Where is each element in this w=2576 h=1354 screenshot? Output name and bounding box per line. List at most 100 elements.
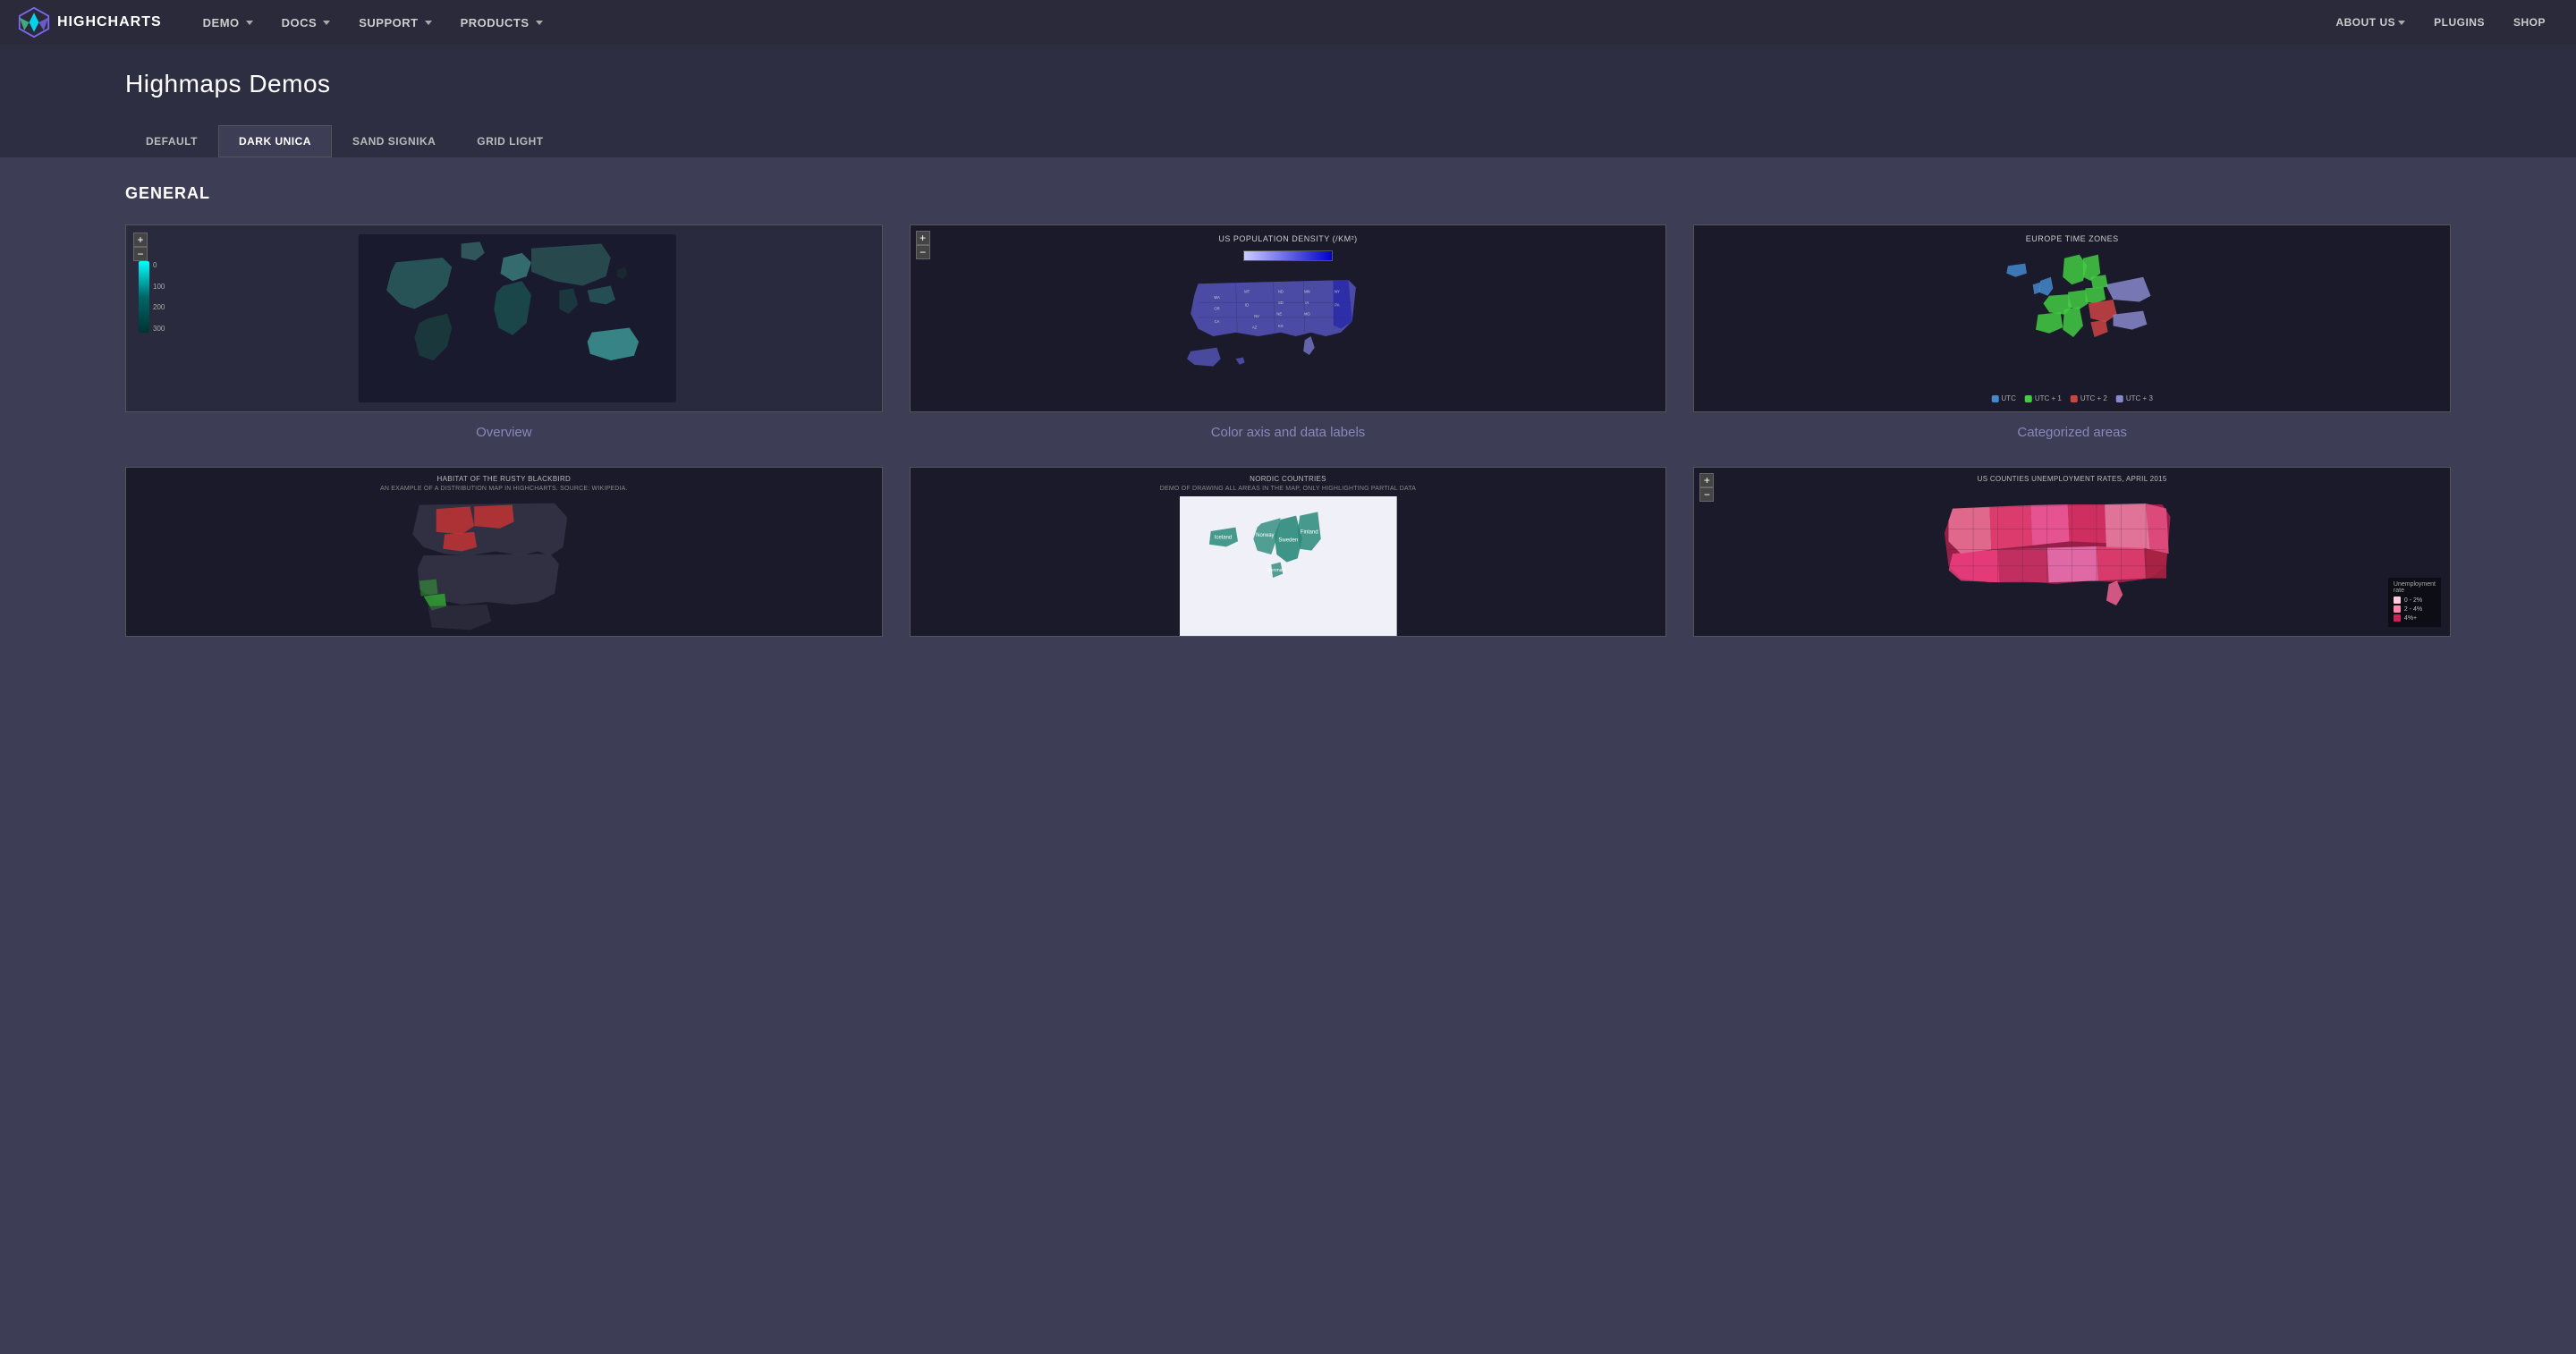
us-map-container: + − US POPULATION DENSITY (/KM²) [911, 225, 1666, 411]
us-map-title: US POPULATION DENSITY (/KM²) [1218, 234, 1357, 243]
legend-utc-dot [1991, 395, 1998, 402]
zoom-in-button[interactable]: + [133, 233, 148, 247]
nav-plugins[interactable]: PLUGINS [2421, 0, 2497, 45]
logo[interactable]: HIGHCHARTS [18, 6, 162, 38]
blackbird-map-svg [126, 496, 882, 636]
unemployment-dot-0 [2394, 597, 2401, 604]
demo-image-nordic: NORDIC COUNTRIES DEMO OF DRAWING ALL ARE… [910, 467, 1667, 637]
demo-card-europe[interactable]: EUROPE TIME ZONES [1693, 224, 2451, 440]
chevron-down-icon [536, 21, 543, 25]
demo-image-europe: EUROPE TIME ZONES [1693, 224, 2451, 412]
legend-utc2-dot [2071, 395, 2078, 402]
main-content: GENERAL + − 0 100 2 [0, 157, 2576, 1354]
unemployment-dot-1 [2394, 605, 2401, 613]
chevron-down-icon [425, 21, 432, 25]
svg-text:MT: MT [1244, 289, 1250, 293]
demo-image-overview: + − 0 100 200 300 [125, 224, 883, 412]
nav-about-us[interactable]: ABOUT US [2323, 0, 2418, 45]
legend-utc2: UTC + 2 [2071, 394, 2107, 402]
unemployment-legend-row-0: 0 - 2% [2394, 597, 2436, 604]
svg-text:Sweden: Sweden [1278, 537, 1298, 543]
tab-grid-light[interactable]: GRID LIGHT [456, 125, 564, 157]
europe-map-svg [1694, 243, 2450, 394]
demo-label-overview: Overview [476, 425, 532, 440]
svg-text:AZ: AZ [1252, 326, 1258, 330]
svg-text:MO: MO [1304, 311, 1310, 316]
legend-utc1-dot [2025, 395, 2032, 402]
svg-text:Norway: Norway [1256, 533, 1275, 538]
svg-text:IA: IA [1305, 300, 1309, 305]
demo-card-nordic[interactable]: NORDIC COUNTRIES DEMO OF DRAWING ALL ARE… [910, 467, 1667, 649]
legend-gradient-bar [139, 261, 149, 333]
tab-dark-unica[interactable]: DARK UNICA [218, 125, 332, 157]
legend-utc3-dot [2116, 395, 2123, 402]
zoom-controls: + − [133, 233, 148, 261]
nav-products[interactable]: PRODUCTS [446, 0, 557, 45]
blackbird-title: HABITAT OF THE RUSTY BLACKBIRD [164, 475, 843, 483]
us-color-bar [1243, 250, 1333, 261]
nav-support[interactable]: SUPPORT [344, 0, 445, 45]
demo-card-blackbird[interactable]: HABITAT OF THE RUSTY BLACKBIRD AN EXAMPL… [125, 467, 883, 649]
unemployment-legend-title: Unemploymentrate [2394, 581, 2436, 594]
svg-text:NE: NE [1276, 311, 1282, 316]
svg-text:ID: ID [1245, 302, 1249, 307]
nav-shop[interactable]: SHOP [2501, 0, 2558, 45]
blackbird-map-container: HABITAT OF THE RUSTY BLACKBIRD AN EXAMPL… [126, 468, 882, 636]
svg-text:Denmark: Denmark [1267, 568, 1285, 573]
unemployment-map-container: US COUNTIES UNEMPLOYMENT RATES, APRIL 20… [1694, 468, 2450, 636]
logo-icon [18, 6, 50, 38]
europe-legend: UTC UTC + 1 UTC + 2 UTC + 3 [1991, 394, 2153, 402]
page-title: Highmaps Demos [125, 70, 2451, 98]
demo-card-unemployment[interactable]: US COUNTIES UNEMPLOYMENT RATES, APRIL 20… [1693, 467, 2451, 649]
chevron-down-icon [2398, 21, 2405, 25]
demo-grid: + − 0 100 200 300 [125, 224, 2451, 649]
nav-docs[interactable]: DOCS [267, 0, 345, 45]
demo-image-unemployment: US COUNTIES UNEMPLOYMENT RATES, APRIL 20… [1693, 467, 2451, 637]
svg-text:KS: KS [1278, 324, 1284, 328]
unemployment-dot-2 [2394, 614, 2401, 622]
svg-text:CA: CA [1214, 319, 1219, 324]
svg-text:Iceland: Iceland [1214, 536, 1232, 541]
blackbird-subtitle: AN EXAMPLE OF A DISTRIBUTION MAP IN HIGH… [164, 486, 843, 492]
legend-bar-container [139, 261, 149, 333]
zoom-out-button[interactable]: − [133, 247, 148, 261]
legend-utc: UTC [1991, 394, 2015, 402]
nav-main-links: DEMO DOCS SUPPORT PRODUCTS [189, 0, 2324, 45]
nav-demo[interactable]: DEMO [189, 0, 267, 45]
us-zoom-in[interactable]: + [916, 231, 930, 245]
svg-text:NV: NV [1254, 314, 1259, 318]
section-title-general: GENERAL [125, 184, 2451, 203]
page-header: Highmaps Demos [0, 45, 2576, 125]
us-zoom-out[interactable]: − [916, 245, 930, 259]
unemployment-map-svg [1694, 484, 2450, 636]
unemployment-title: US COUNTIES UNEMPLOYMENT RATES, APRIL 20… [1733, 475, 2412, 483]
svg-text:PA: PA [1335, 302, 1339, 307]
svg-text:NY: NY [1335, 289, 1340, 293]
unemployment-legend-row-2: 4%+ [2394, 614, 2436, 622]
svg-text:ND: ND [1278, 289, 1284, 293]
unemployment-label-0: 0 - 2% [2404, 597, 2422, 604]
svg-text:OR: OR [1214, 307, 1219, 311]
svg-text:Finland: Finland [1300, 530, 1318, 536]
tab-default[interactable]: DEFAULT [125, 125, 218, 157]
demo-card-us-population[interactable]: + − US POPULATION DENSITY (/KM²) [910, 224, 1667, 440]
nordic-map-svg: Sweden Norway Finland Iceland Denmark [911, 496, 1666, 636]
nordic-subtitle: DEMO OF DRAWING ALL AREAS IN THE MAP, ON… [948, 486, 1628, 492]
unemployment-legend-row-1: 2 - 4% [2394, 605, 2436, 613]
tab-sand-signika[interactable]: SAND SIGNIKA [332, 125, 456, 157]
us-map-svg: WA OR CA MT ID NV AZ ND SD NE KS MN IA M… [911, 261, 1666, 411]
nordic-map-container: NORDIC COUNTRIES DEMO OF DRAWING ALL ARE… [911, 468, 1666, 636]
demo-image-blackbird: HABITAT OF THE RUSTY BLACKBIRD AN EXAMPL… [125, 467, 883, 637]
europe-map-container: EUROPE TIME ZONES [1694, 225, 2450, 411]
svg-text:WA: WA [1214, 295, 1220, 300]
demo-label-europe: Categorized areas [2017, 425, 2127, 440]
chevron-down-icon [246, 21, 253, 25]
demo-label-us-population: Color axis and data labels [1211, 425, 1366, 440]
unemployment-label-1: 2 - 4% [2404, 606, 2422, 613]
world-map-svg [162, 234, 873, 402]
unemployment-legend: Unemploymentrate 0 - 2% 2 - 4% 4%+ [2388, 578, 2441, 627]
nordic-title: NORDIC COUNTRIES [948, 475, 1628, 483]
us-zoom-controls: + − [916, 231, 930, 259]
legend-utc3: UTC + 3 [2116, 394, 2153, 402]
demo-card-overview[interactable]: + − 0 100 200 300 [125, 224, 883, 440]
